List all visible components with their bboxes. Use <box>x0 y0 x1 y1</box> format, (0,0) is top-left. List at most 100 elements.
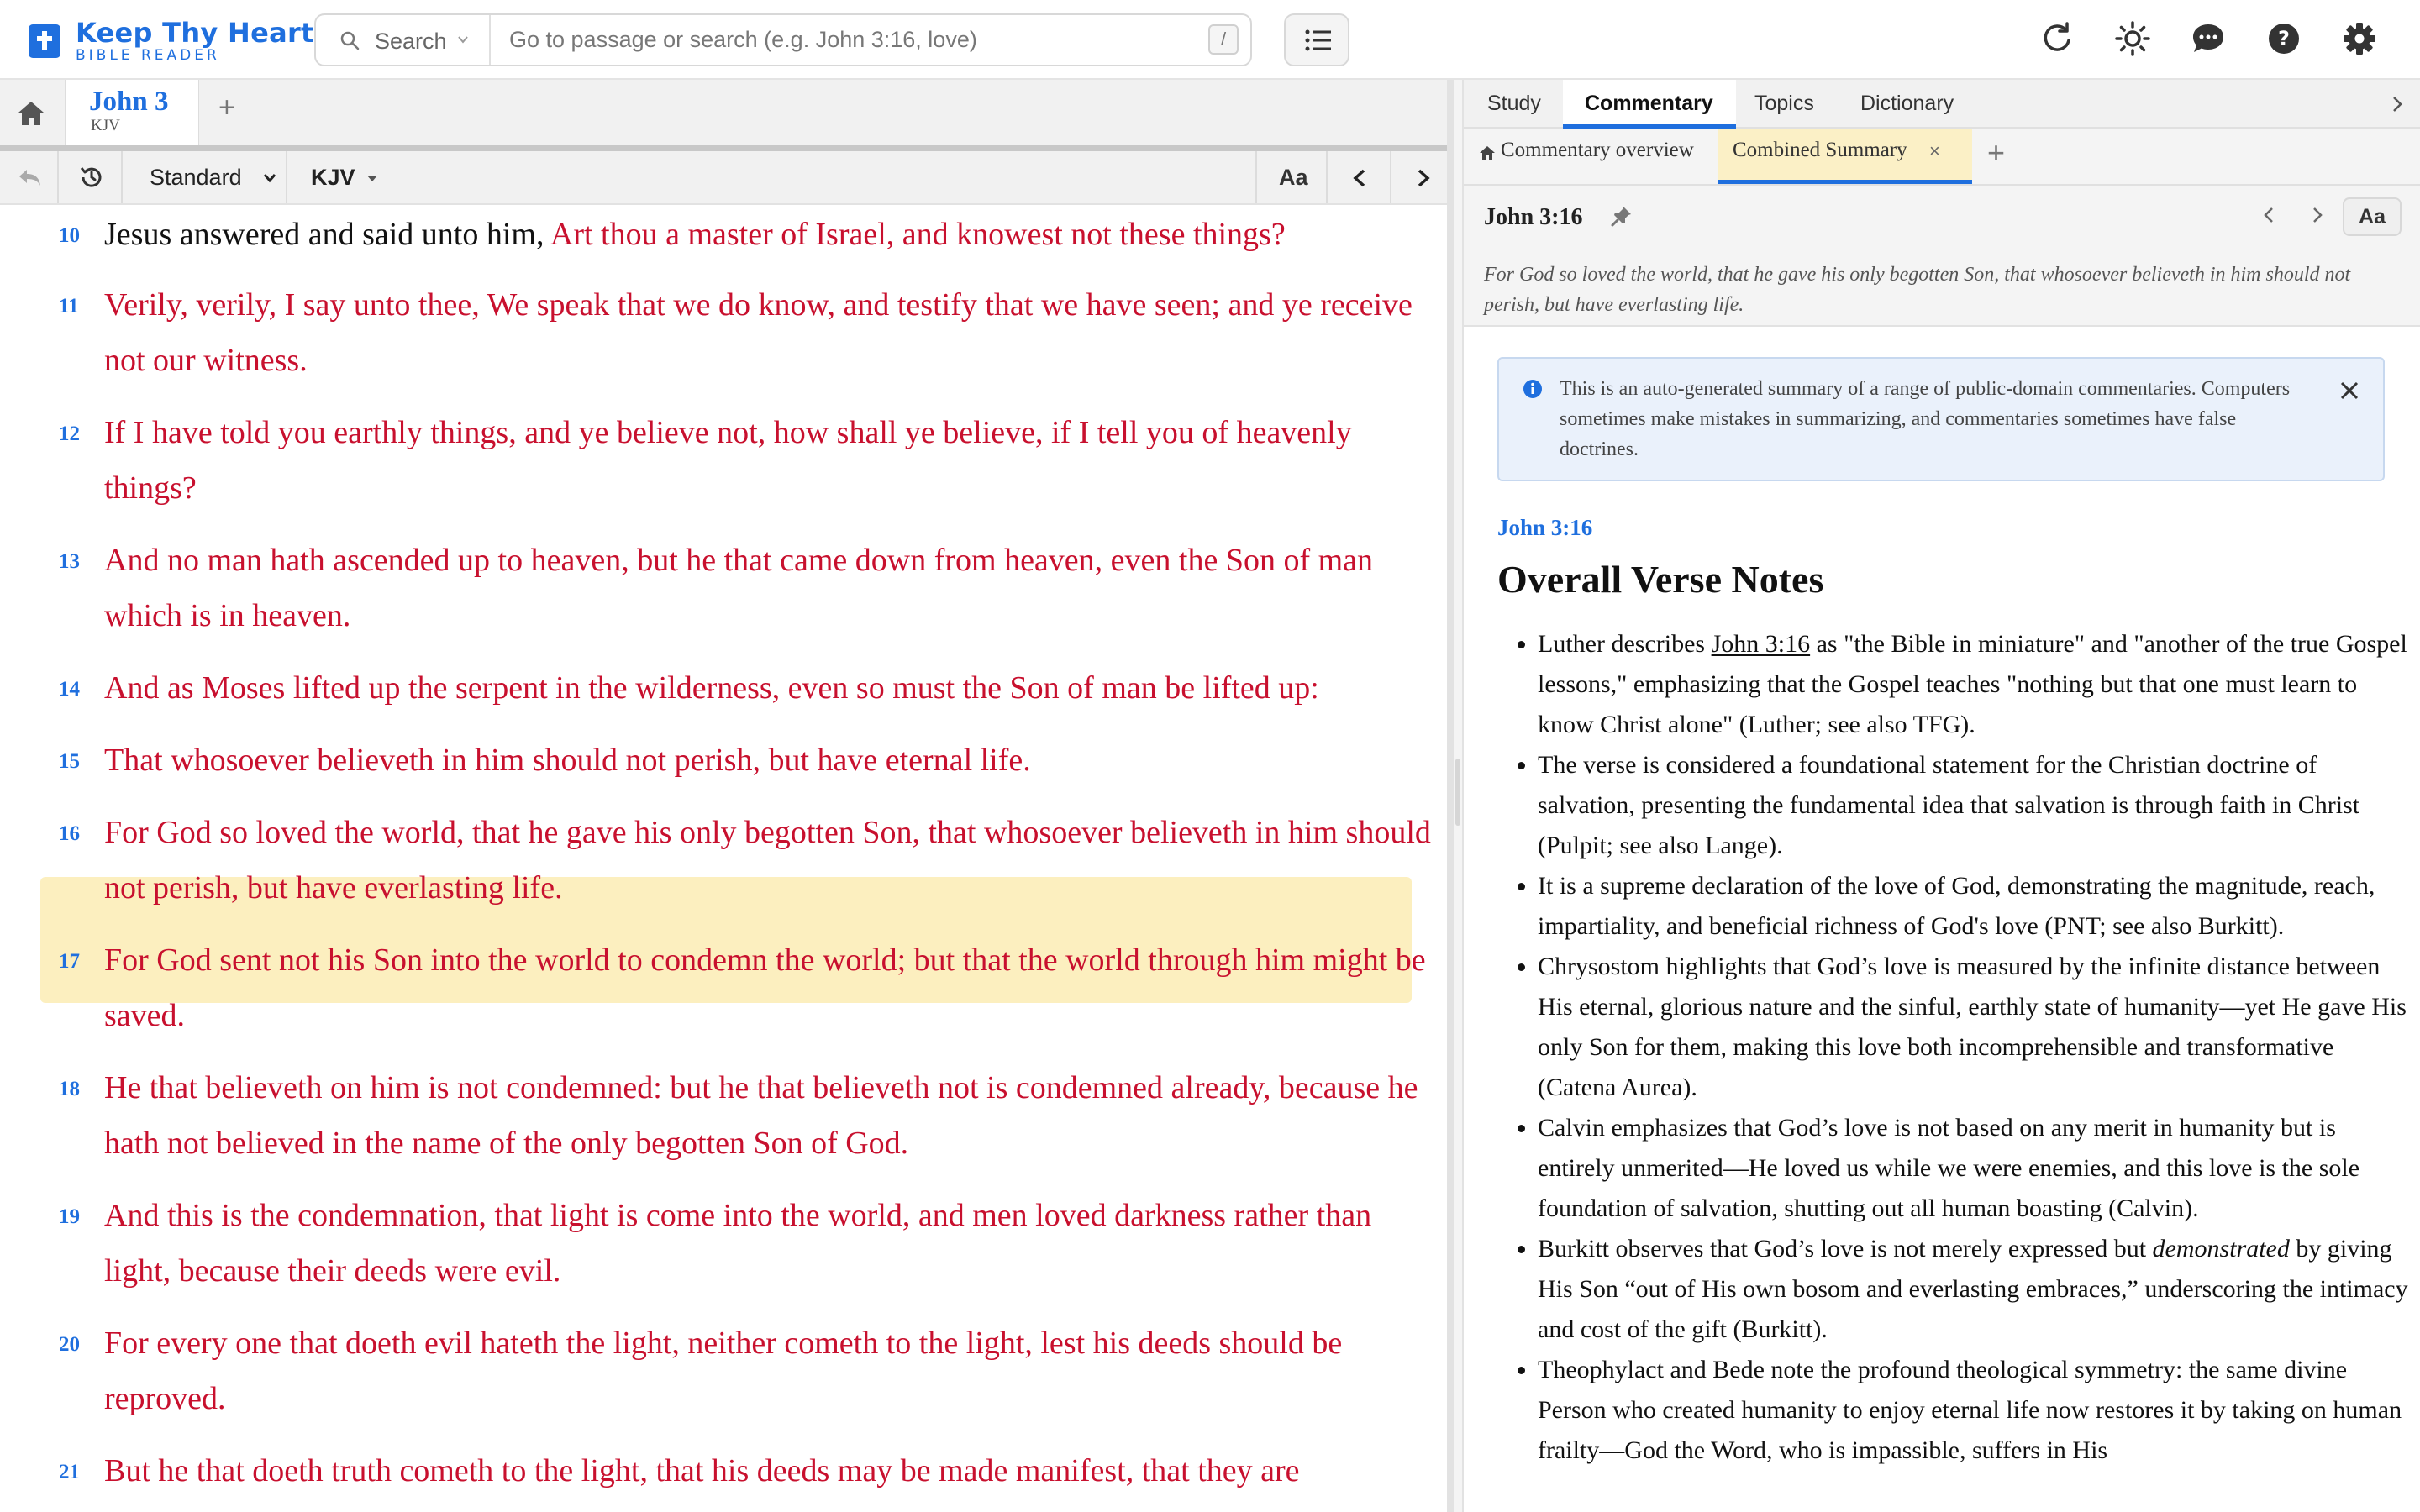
home-icon <box>1480 146 1495 160</box>
pane-resize-handle[interactable] <box>1452 80 1464 1512</box>
reference-title: John 3:16 <box>1484 204 1583 230</box>
history-button[interactable] <box>60 151 123 203</box>
chevron-right-icon <box>1418 169 1430 187</box>
next-chapter-button[interactable] <box>1393 151 1452 203</box>
document-tab-bar: John 3 KJV + <box>0 80 1452 145</box>
font-settings-button[interactable]: Aa <box>1255 151 1328 203</box>
app-logo[interactable]: Keep Thy Heart BIBLE READER <box>29 18 314 64</box>
search-mode-label: Search <box>375 29 447 54</box>
tab-study[interactable]: Study <box>1487 92 1541 116</box>
list-item: Burkitt observes that God’s love is not … <box>1538 1229 2412 1350</box>
chat-icon[interactable] <box>2190 20 2227 57</box>
resize-grip[interactable] <box>1455 759 1460 826</box>
tab-version: KJV <box>91 117 120 134</box>
verse-number[interactable]: 11 <box>59 279 79 334</box>
list-icon <box>1305 29 1331 51</box>
verse-text: That whosoever believeth in him should n… <box>104 743 1031 778</box>
theme-icon[interactable] <box>2114 20 2151 57</box>
verse-text: He that believeth on him is not condemne… <box>104 1070 1418 1161</box>
verse-text: If I have told you earthly things, and y… <box>104 415 1352 506</box>
history-icon <box>80 167 102 187</box>
verse-text: Verily, verily, I say unto thee, We spea… <box>104 287 1413 378</box>
verse-number[interactable]: 17 <box>59 934 80 990</box>
commentary-reference-bar: John 3:16 Aa <box>1464 186 2420 249</box>
font-button-label: Aa <box>1279 165 1308 190</box>
add-subtab-button[interactable]: + <box>1987 135 2005 171</box>
settings-icon[interactable] <box>2341 20 2378 57</box>
auto-summary-notice: This is an auto-generated summary of a r… <box>1497 357 2385 481</box>
verse-text: For God so loved the world, that he gave… <box>104 815 1431 906</box>
back-button[interactable] <box>0 151 59 203</box>
commentary-verse-link[interactable]: John 3:16 <box>1497 515 1592 541</box>
refresh-icon[interactable] <box>2039 20 2075 57</box>
layout-select[interactable]: Standard <box>124 151 287 203</box>
chevron-right-icon[interactable] <box>2388 95 2407 113</box>
layout-select-value: Standard <box>150 165 242 190</box>
add-tab-button[interactable]: + <box>218 92 235 124</box>
commentary-heading: Overall Verse Notes <box>1497 558 1824 601</box>
verse-number[interactable]: 21 <box>59 1445 80 1500</box>
verse-reference-link[interactable]: John 3:16 <box>1712 630 1811 658</box>
subtab-combined-summary[interactable]: Combined Summary <box>1733 139 1907 162</box>
tab-john-3[interactable]: John 3 KJV <box>65 80 199 145</box>
verse-number[interactable]: 16 <box>59 806 80 862</box>
table-of-contents-button[interactable] <box>1284 13 1349 66</box>
commentary-notes-list: Luther describes John 3:16 as "the Bible… <box>1511 624 2412 1471</box>
tab-topics[interactable]: Topics <box>1754 92 1814 116</box>
verse-text: But he that doeth truth cometh to the li… <box>104 1453 1300 1488</box>
tab-commentary[interactable]: Commentary <box>1585 92 1713 116</box>
list-item: Theophylact and Bede note the profound t… <box>1538 1350 2412 1471</box>
verse-number[interactable]: 13 <box>59 534 80 590</box>
bible-logo-icon <box>29 24 60 58</box>
help-icon[interactable]: ? <box>2265 20 2302 57</box>
verse-text: And as Moses lifted up the serpent in th… <box>104 670 1319 706</box>
notice-text: This is an auto-generated summary of a r… <box>1560 378 2291 460</box>
search-mode-dropdown[interactable]: Search <box>316 15 491 65</box>
app-header: Keep Thy Heart BIBLE READER Search / <box>0 0 2420 80</box>
verse-text: And this is the condemnation, that light… <box>104 1198 1372 1289</box>
verse-quote: For God so loved the world, that he gave… <box>1464 249 2420 327</box>
tab-title: John 3 <box>89 87 169 117</box>
verse-number[interactable]: 20 <box>59 1317 80 1373</box>
app-title: Keep Thy Heart <box>76 17 314 49</box>
caret-down-icon <box>367 176 377 181</box>
commentary-subtabs: Commentary overview Combined Summary × + <box>1464 129 2420 186</box>
verse-text: And no man hath ascended up to heaven, b… <box>104 543 1374 633</box>
home-tab[interactable] <box>0 80 64 145</box>
verse-number[interactable]: 14 <box>59 662 80 717</box>
verse-number[interactable]: 18 <box>59 1062 80 1117</box>
chevron-down-icon <box>263 174 276 183</box>
list-item: It is a supreme declaration of the love … <box>1538 866 2412 947</box>
commentary-font-button[interactable]: Aa <box>2343 197 2402 236</box>
undo-icon <box>19 170 40 186</box>
tab-divider <box>0 145 1452 151</box>
previous-verse-icon[interactable] <box>2260 206 2279 224</box>
verse-number[interactable]: 15 <box>59 734 80 790</box>
subtab-commentary-overview[interactable]: Commentary overview <box>1501 139 1694 162</box>
svg-text:?: ? <box>2278 27 2290 50</box>
chevron-left-icon <box>1353 169 1365 187</box>
study-tabs: Study Commentary Topics Dictionary <box>1464 80 2420 129</box>
info-icon <box>1523 380 1542 398</box>
version-select[interactable]: KJV <box>289 151 407 203</box>
verse-text: Art thou a master of Israel, and knowest… <box>550 217 1286 252</box>
narrative-text: Jesus answered and said unto him, <box>104 217 550 252</box>
verse-text: For every one that doeth evil hateth the… <box>104 1326 1343 1416</box>
verse-number[interactable]: 19 <box>59 1189 80 1245</box>
passage-search-input[interactable] <box>509 15 1181 65</box>
close-icon[interactable] <box>2338 379 2361 402</box>
tab-dictionary[interactable]: Dictionary <box>1860 92 1954 116</box>
reader-toolbar: Standard KJV Aa <box>0 151 1452 205</box>
verse-number[interactable]: 10 <box>59 208 80 264</box>
chevron-down-icon <box>458 36 468 44</box>
close-subtab-button[interactable]: × <box>1929 140 1940 162</box>
version-select-value: KJV <box>311 165 355 190</box>
next-verse-icon[interactable] <box>2307 206 2326 224</box>
verse-number[interactable]: 12 <box>59 407 80 462</box>
home-icon <box>18 102 44 125</box>
list-item: Chrysostom highlights that God’s love is… <box>1538 947 2412 1108</box>
list-item: Luther describes John 3:16 as "the Bible… <box>1538 624 2412 745</box>
previous-chapter-button[interactable] <box>1329 151 1392 203</box>
pin-icon[interactable] <box>1610 204 1634 228</box>
app-subtitle: BIBLE READER <box>76 47 220 64</box>
